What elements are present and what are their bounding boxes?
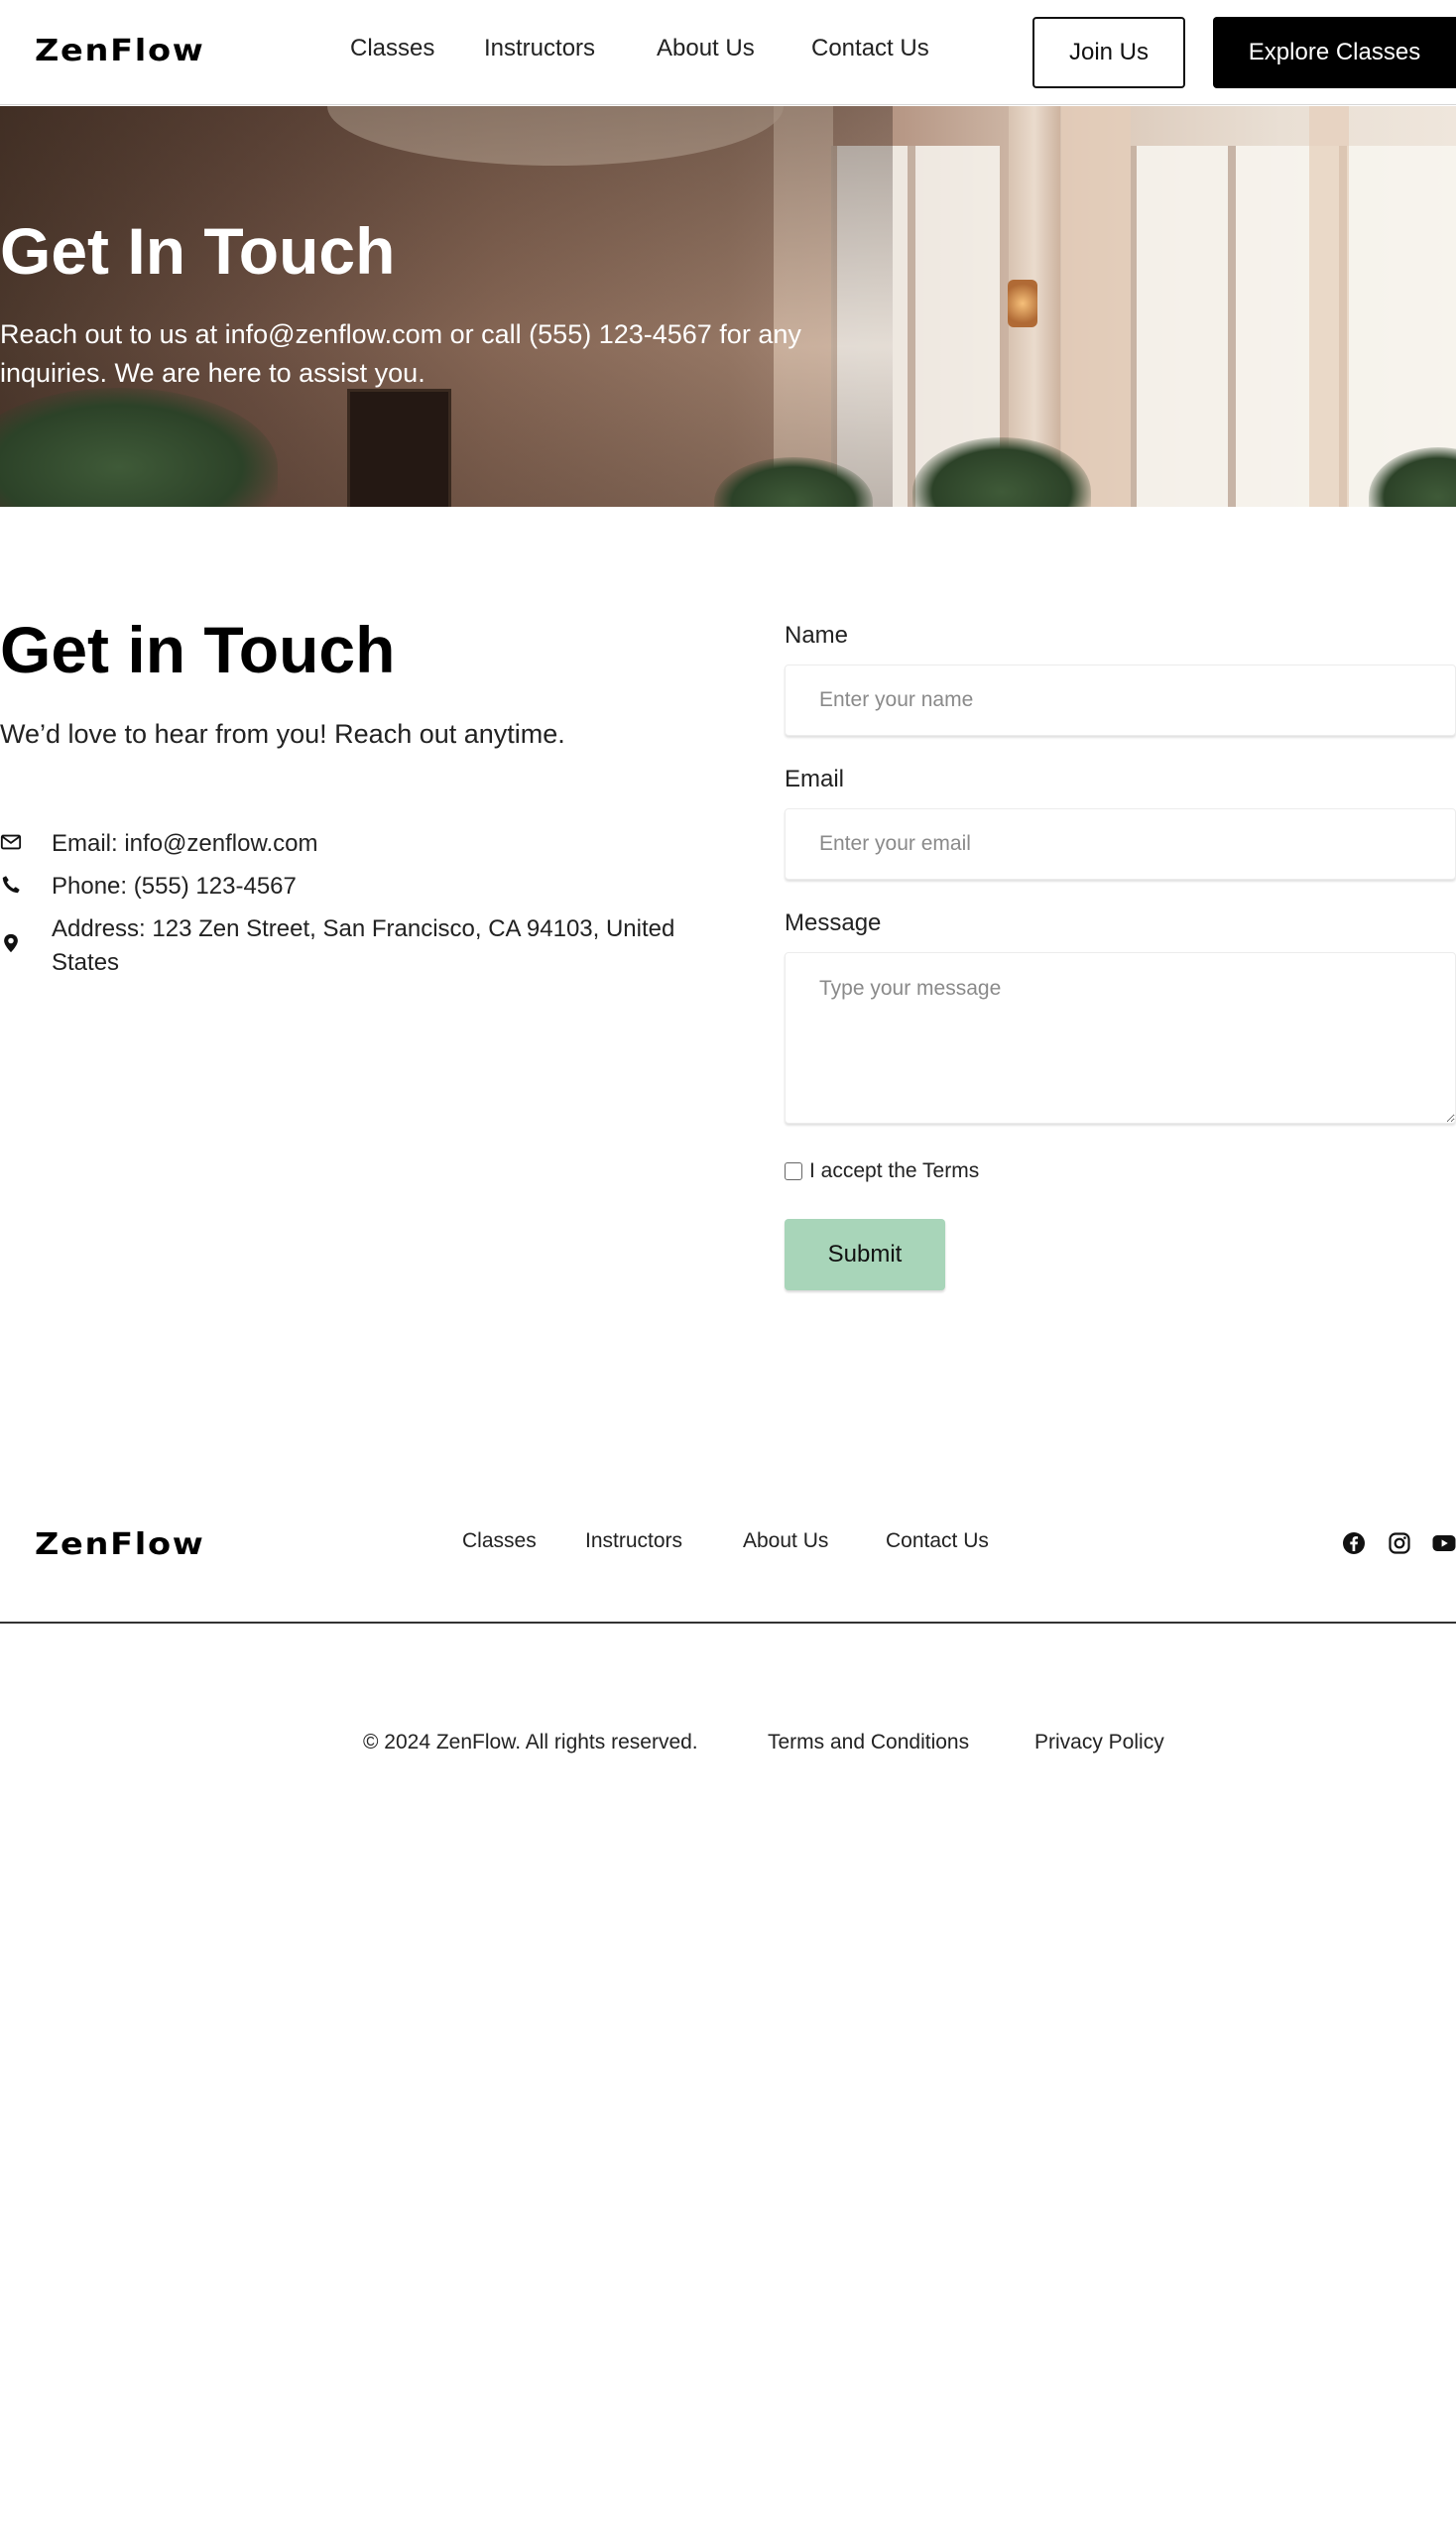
site-header: ZenFlow Classes Instructors About Us Con… [0,0,1456,105]
hero-curtain [1309,106,1349,507]
contact-phone-text: Phone: (555) 123-4567 [52,873,297,900]
message-textarea[interactable] [785,952,1456,1124]
hero-subtitle: Reach out to us at info@zenflow.com or c… [0,319,801,388]
phone-icon [2,876,20,894]
contact-address-row: Address: 123 Zen Street, San Francisco, … [0,912,736,980]
nav-link-classes[interactable]: Classes [350,35,434,62]
terms-and-conditions-link[interactable]: Terms and Conditions [768,1731,969,1754]
email-label: Email [785,766,845,792]
name-input[interactable] [785,665,1456,736]
contact-phone-row: Phone: (555) 123-4567 [0,870,736,904]
email-input[interactable] [785,808,1456,880]
explore-classes-button[interactable]: Explore Classes [1213,17,1456,88]
hero-title: Get In Touch [0,214,396,288]
footer-link-instructors[interactable]: Instructors [585,1529,682,1553]
contact-email-row: Email: info@zenflow.com [0,827,736,861]
instagram-icon[interactable] [1388,1531,1411,1555]
youtube-icon[interactable] [1432,1531,1456,1555]
facebook-icon[interactable] [1342,1531,1366,1555]
name-label: Name [785,622,849,649]
submit-button[interactable]: Submit [785,1219,945,1290]
site-logo[interactable]: ZenFlow [35,34,204,68]
hero-banner [0,106,1456,507]
footer-link-classes[interactable]: Classes [462,1529,537,1553]
footer-link-about-us[interactable]: About Us [743,1529,828,1553]
contact-title: Get in Touch [0,613,396,686]
hero-curtain [1061,106,1131,507]
footer-divider [0,1622,1456,1624]
message-label: Message [785,909,882,936]
terms-checkbox[interactable] [785,1162,802,1180]
nav-link-about-us[interactable]: About Us [657,35,755,62]
hero-wall-painting [347,389,451,507]
join-us-button[interactable]: Join Us [1032,17,1185,88]
copyright-text: © 2024 ZenFlow. All rights reserved. [363,1731,698,1753]
terms-checkbox-row[interactable]: I accept the Terms [785,1159,979,1183]
hero-window-bar [1228,146,1236,507]
nav-link-contact-us[interactable]: Contact Us [811,35,929,62]
contact-email-text: Email: info@zenflow.com [52,830,318,857]
contact-subtitle: We’d love to hear from you! Reach out an… [0,719,565,749]
footer-link-contact-us[interactable]: Contact Us [886,1529,989,1553]
contact-address-text: Address: 123 Zen Street, San Francisco, … [52,915,675,976]
terms-label: I accept the Terms [809,1159,980,1182]
nav-link-instructors[interactable]: Instructors [484,35,595,62]
envelope-icon [0,834,22,850]
hero-window-bar [908,146,915,507]
location-pin-icon [4,933,18,953]
footer-logo[interactable]: ZenFlow [35,1527,204,1562]
privacy-policy-link[interactable]: Privacy Policy [1034,1731,1164,1754]
hero-wall-lamp [1008,280,1037,327]
